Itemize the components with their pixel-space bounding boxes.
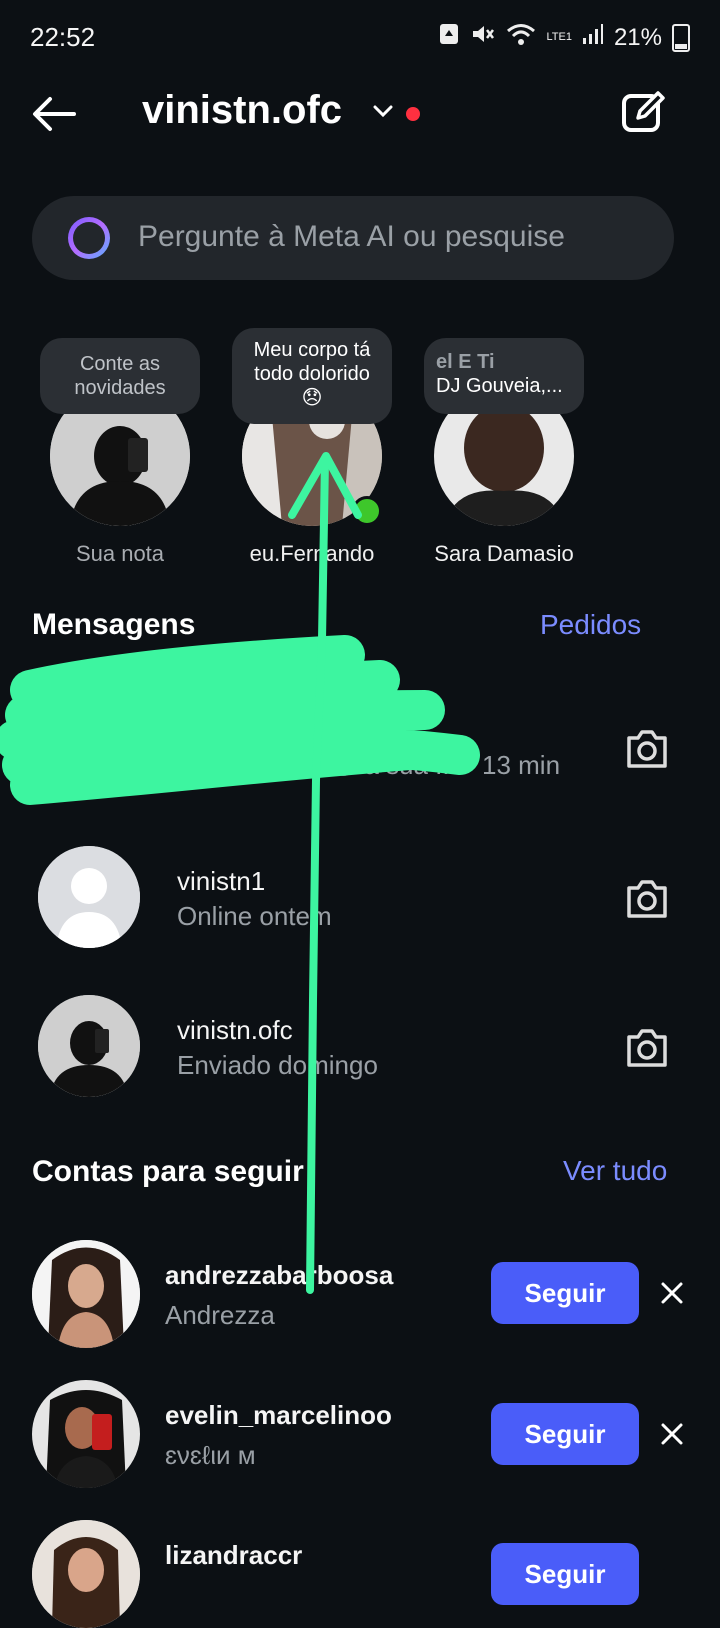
avatar xyxy=(32,1240,140,1348)
account-title[interactable]: vinistn.ofc xyxy=(142,88,342,133)
account-username: evelin_marcelinoo xyxy=(165,1400,392,1430)
follow-button[interactable]: Seguir xyxy=(491,1262,639,1324)
wifi-icon xyxy=(506,22,536,53)
status-time: 22:52 xyxy=(30,22,96,52)
compose-icon xyxy=(622,91,665,132)
back-button[interactable] xyxy=(28,88,80,140)
avatar xyxy=(38,846,140,948)
search-input[interactable]: Pergunte à Meta AI ou pesquise xyxy=(32,196,674,280)
note-bubble: Conte as novidades xyxy=(40,338,200,414)
follow-button[interactable]: Seguir xyxy=(491,1543,639,1605)
account-username: lizandraccr xyxy=(165,1540,303,1570)
note-bubble: el E Ti DJ Gouveia,... xyxy=(424,338,584,414)
status-icons: LTE1 21% xyxy=(438,22,690,53)
close-icon xyxy=(661,1282,683,1304)
search-placeholder: Pergunte à Meta AI ou pesquise xyxy=(138,220,565,253)
avatar xyxy=(38,995,140,1097)
mute-icon xyxy=(470,22,496,53)
note-name: eu.Fernando xyxy=(249,541,375,566)
thread-status: Online ontem xyxy=(177,901,332,931)
camera-button[interactable] xyxy=(623,1023,671,1071)
thread-status: Enviado domingo xyxy=(177,1050,378,1080)
recycle-icon xyxy=(438,22,460,53)
signal-icon xyxy=(582,22,604,53)
camera-icon xyxy=(627,1029,667,1067)
music-note-line: el E Ti xyxy=(436,351,495,373)
camera-button[interactable] xyxy=(623,724,671,772)
notification-dot xyxy=(406,107,420,121)
requests-link[interactable]: Pedidos xyxy=(540,609,641,641)
note-name: Sua nota xyxy=(75,541,165,566)
network-label: LTE1 xyxy=(546,31,572,43)
account-username: andrezzabarboosa xyxy=(165,1260,394,1290)
see-all-link[interactable]: Ver tudo xyxy=(563,1155,667,1187)
dismiss-button[interactable] xyxy=(657,1419,687,1449)
thread-time: 13 min xyxy=(482,750,561,780)
suggestions-title: Contas para seguir xyxy=(32,1155,304,1188)
music-note-artist: DJ Gouveia,... xyxy=(436,375,563,397)
follow-button[interactable]: Seguir xyxy=(491,1403,639,1465)
redaction-scribble xyxy=(0,635,480,805)
camera-icon xyxy=(627,880,667,918)
avatar xyxy=(32,1380,140,1488)
account-name: ɛνɛℓιи м xyxy=(165,1440,256,1470)
camera-icon xyxy=(627,730,667,768)
close-icon xyxy=(661,1423,683,1445)
meta-ai-icon xyxy=(68,217,110,259)
camera-button[interactable] xyxy=(623,874,671,922)
new-message-button[interactable] xyxy=(620,88,668,136)
note-name: Sara Damasio xyxy=(434,541,574,566)
back-arrow-icon xyxy=(33,97,76,131)
online-indicator xyxy=(352,496,382,526)
note-bubble: Meu corpo tá todo dolorido 😞 xyxy=(232,328,392,424)
dismiss-button[interactable] xyxy=(657,1278,687,1308)
account-name: Andrezza xyxy=(165,1300,275,1330)
battery-icon xyxy=(672,23,690,52)
thread-username: vinistn1 xyxy=(177,866,266,896)
battery-percent: 21% xyxy=(613,23,662,51)
thread-username: vinistn.ofc xyxy=(177,1015,293,1045)
avatar xyxy=(32,1520,140,1628)
chevron-down-icon[interactable] xyxy=(372,100,394,122)
